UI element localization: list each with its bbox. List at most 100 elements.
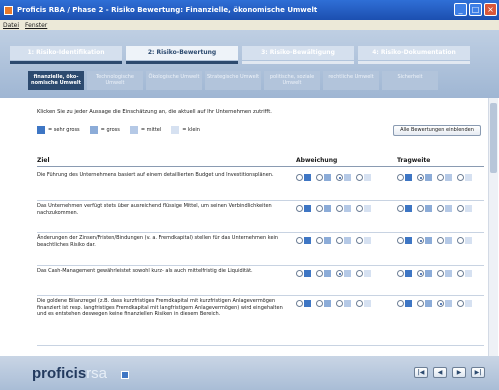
goal-statement: Änderungen der Zinsen/Fristen/Bindungen …	[37, 235, 279, 248]
radio-button[interactable]	[296, 174, 303, 181]
rating-swatch	[304, 270, 311, 277]
deviation-radio-group	[296, 205, 371, 212]
subtab-3[interactable]: Ökologische Umwelt	[146, 71, 202, 90]
phase-progress-3	[242, 61, 354, 64]
goal-statement: Die Führung des Unternehmens basiert auf…	[37, 172, 274, 178]
deviation-radio-group	[296, 270, 371, 277]
subtab-1[interactable]: finanzielle, öko-nomische Umwelt	[28, 71, 84, 90]
radio-button[interactable]	[336, 205, 343, 212]
impact-radio-group-option	[397, 270, 412, 277]
radio-button[interactable]	[397, 270, 404, 277]
proficis-logo: proficisrsa	[32, 365, 107, 382]
menu-fenster[interactable]: Fenster	[25, 22, 47, 29]
scrollbar-thumb[interactable]	[490, 103, 497, 173]
radio-button[interactable]	[437, 300, 444, 307]
app-icon	[4, 5, 13, 15]
radio-button[interactable]	[437, 205, 444, 212]
minimize-button[interactable]: _	[454, 3, 467, 16]
maximize-button[interactable]: □	[469, 3, 482, 16]
radio-button[interactable]	[296, 205, 303, 212]
rating-swatch	[405, 174, 412, 181]
radio-button[interactable]	[417, 270, 424, 277]
impact-radio-group-option	[457, 300, 472, 307]
radio-button[interactable]	[336, 270, 343, 277]
radio-button[interactable]	[356, 270, 363, 277]
radio-button[interactable]	[336, 300, 343, 307]
radio-button[interactable]	[397, 237, 404, 244]
radio-button[interactable]	[296, 300, 303, 307]
radio-button[interactable]	[457, 270, 464, 277]
phase-progress-4	[358, 61, 470, 64]
radio-button[interactable]	[437, 174, 444, 181]
next-page-button[interactable]: ▶	[452, 367, 466, 378]
subtab-6[interactable]: rechtliche Umwelt	[323, 71, 379, 90]
radio-button[interactable]	[316, 237, 323, 244]
menu-datei[interactable]: Datei	[3, 22, 19, 29]
show-all-ratings-button[interactable]: Alle Bewertungen einblenden	[393, 125, 481, 136]
radio-button[interactable]	[417, 237, 424, 244]
deviation-radio-group-option	[316, 205, 331, 212]
subtab-2[interactable]: Technologische Umwelt	[87, 71, 143, 90]
radio-button[interactable]	[356, 237, 363, 244]
phase-tab-1[interactable]: 1: Risiko-Identifikation	[10, 46, 122, 60]
radio-button[interactable]	[316, 270, 323, 277]
previous-page-button[interactable]: ◀	[433, 367, 447, 378]
radio-button[interactable]	[296, 237, 303, 244]
table-row: Die Führung des Unternehmens basiert auf…	[37, 172, 484, 203]
radio-button[interactable]	[356, 205, 363, 212]
phase-tab-3[interactable]: 3: Risiko-Bewältigung	[242, 46, 354, 60]
radio-button[interactable]	[417, 300, 424, 307]
impact-radio-group-option	[437, 237, 452, 244]
radio-button[interactable]	[397, 174, 404, 181]
deviation-radio-group-option	[296, 205, 311, 212]
impact-radio-group-option	[417, 237, 432, 244]
rating-swatch	[364, 270, 371, 277]
rating-swatch	[405, 300, 412, 307]
row-divider	[37, 200, 484, 201]
impact-radio-group-option	[397, 174, 412, 181]
first-page-button[interactable]: |◀	[414, 367, 428, 378]
impact-radio-group-option	[397, 300, 412, 307]
rating-swatch	[344, 237, 351, 244]
radio-button[interactable]	[336, 174, 343, 181]
radio-button[interactable]	[457, 300, 464, 307]
phase-tab-4[interactable]: 4: Risiko-Dokumentation	[358, 46, 470, 60]
rating-swatch	[344, 205, 351, 212]
subtab-4[interactable]: Strategische Umwelt	[205, 71, 261, 90]
radio-button[interactable]	[316, 300, 323, 307]
radio-button[interactable]	[316, 174, 323, 181]
impact-radio-group-option	[437, 300, 452, 307]
rating-swatch	[364, 205, 371, 212]
last-page-button[interactable]: ▶|	[471, 367, 485, 378]
radio-button[interactable]	[457, 174, 464, 181]
deviation-radio-group-option	[356, 205, 371, 212]
radio-button[interactable]	[296, 270, 303, 277]
radio-button[interactable]	[336, 237, 343, 244]
subtab-7[interactable]: Sicherheit	[382, 71, 438, 90]
radio-button[interactable]	[356, 174, 363, 181]
radio-button[interactable]	[316, 205, 323, 212]
menu-bar: Datei Fenster	[0, 20, 499, 30]
rating-swatch	[425, 270, 432, 277]
table-row: Die goldene Bilanzregel (z.B. dass kurzf…	[37, 298, 484, 348]
radio-button[interactable]	[437, 270, 444, 277]
radio-button[interactable]	[457, 237, 464, 244]
phase-tab-2[interactable]: 2: Risiko-Bewertung	[126, 46, 238, 60]
rating-swatch	[304, 300, 311, 307]
vertical-scrollbar[interactable]	[488, 98, 498, 356]
close-button[interactable]: ×	[484, 3, 497, 16]
rating-swatch	[425, 237, 432, 244]
impact-radio-group-option	[397, 205, 412, 212]
radio-button[interactable]	[417, 205, 424, 212]
radio-button[interactable]	[437, 237, 444, 244]
radio-button[interactable]	[397, 205, 404, 212]
impact-radio-group-option	[437, 174, 452, 181]
legend-label: = klein	[182, 127, 200, 133]
radio-button[interactable]	[397, 300, 404, 307]
rating-swatch	[364, 174, 371, 181]
radio-button[interactable]	[356, 300, 363, 307]
radio-button[interactable]	[457, 205, 464, 212]
impact-radio-group	[397, 270, 472, 277]
radio-button[interactable]	[417, 174, 424, 181]
subtab-5[interactable]: politische, soziale Umwelt	[264, 71, 320, 90]
